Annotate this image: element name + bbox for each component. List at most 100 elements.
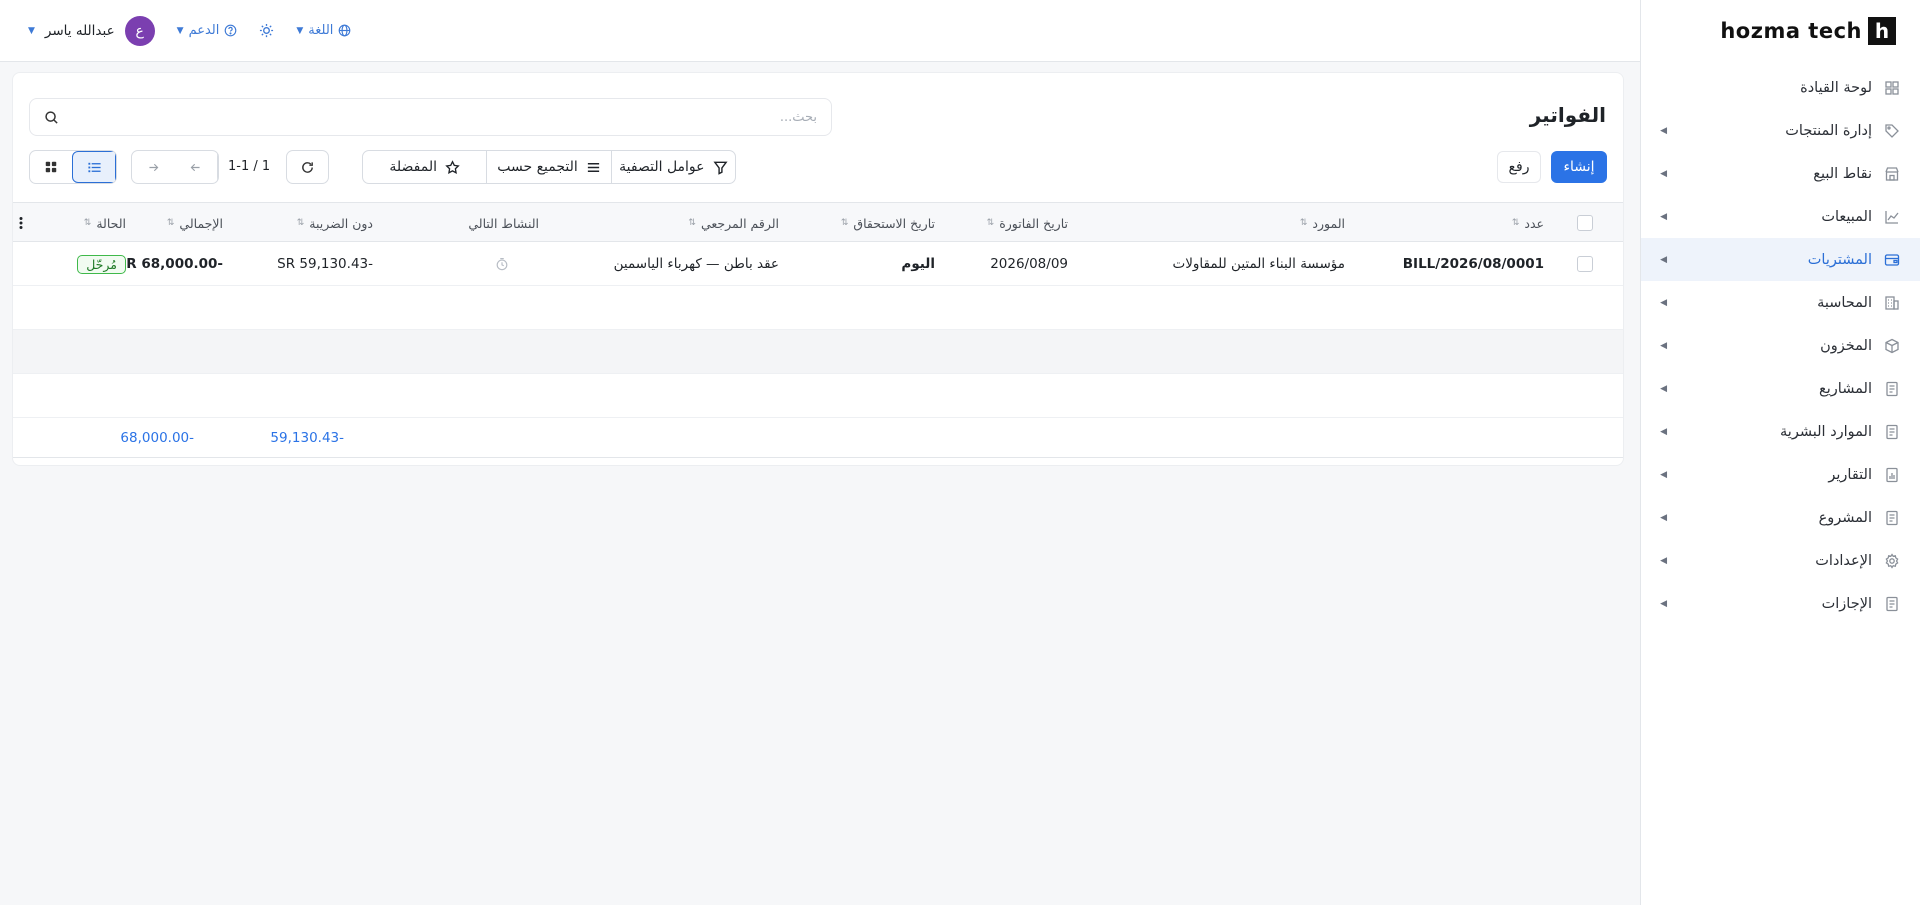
sidebar-item-9[interactable]: الموارد البشرية ◀ — [1641, 410, 1920, 453]
search-box — [29, 98, 832, 136]
next-activity-cell[interactable] — [495, 242, 509, 286]
language-label: اللغة — [308, 23, 334, 38]
user-menu[interactable]: ع عبدالله ياسر ▼ — [28, 15, 155, 46]
user-name: عبدالله ياسر — [44, 22, 115, 39]
bills-table: عدد ⇅ المورد ⇅ تاريخ الفاتورة ⇅ تاريخ الاست… — [13, 202, 1623, 458]
header-due-date-label: تاريخ الاستحقاق — [853, 215, 935, 231]
sidebar: h hozma tech لوحة القيادة إدارة المنتجات ◀… — [1640, 0, 1920, 905]
sidebar-item-11[interactable]: المشروع ◀ — [1641, 496, 1920, 539]
sidebar-item-8[interactable]: المشاريع ◀ — [1641, 367, 1920, 410]
caret-left-icon[interactable]: ◀ — [1657, 427, 1667, 437]
table-header: عدد ⇅ المورد ⇅ تاريخ الفاتورة ⇅ تاريخ الاست… — [13, 202, 1623, 242]
empty-row — [13, 286, 1623, 330]
list-view-button[interactable] — [72, 151, 116, 183]
header-next-activity[interactable]: النشاط التالي — [468, 203, 539, 243]
caret-left-icon[interactable]: ◀ — [1657, 212, 1667, 222]
header-number[interactable]: عدد ⇅ — [1512, 203, 1544, 243]
create-button[interactable]: إنشاء — [1551, 151, 1607, 183]
sort-icon: ⇅ — [1299, 218, 1308, 228]
table-row[interactable]: BILL/2026/08/0001 مؤسسة البناء المتين لل… — [13, 242, 1623, 286]
sort-icon: ⇅ — [296, 218, 305, 228]
caret-left-icon[interactable]: ◀ — [1657, 470, 1667, 480]
help-icon — [224, 24, 237, 37]
sidebar-item-5[interactable]: المشتريات ◀ — [1641, 238, 1920, 281]
sort-icon: ⇅ — [840, 218, 849, 228]
list-icon — [87, 160, 102, 175]
list-lines-icon — [586, 160, 601, 175]
sidebar-item-label: المحاسبة — [1817, 294, 1872, 311]
view-switcher — [29, 150, 117, 184]
header-total-label: الإجمالي — [179, 215, 223, 231]
sort-icon: ⇅ — [688, 218, 696, 228]
wallet-icon — [1884, 252, 1900, 268]
top-tools: اللغة ▼ الدعم ▼ ع عبدالله ياسر ▼ — [28, 15, 351, 46]
sun-icon — [259, 23, 274, 38]
status-badge: مُرحّل — [77, 254, 126, 274]
caret-left-icon[interactable]: ◀ — [1657, 599, 1667, 609]
theme-toggle[interactable] — [259, 23, 274, 38]
sidebar-item-12[interactable]: الإعدادات ◀ — [1641, 539, 1920, 582]
caret-left-icon[interactable]: ◀ — [1657, 384, 1667, 394]
language-menu[interactable]: اللغة ▼ — [296, 23, 351, 38]
reference: عقد باطن — كهرباء الياسمين — [613, 256, 779, 272]
funnel-icon — [713, 160, 728, 175]
globe-icon — [338, 24, 351, 37]
pager-next-button[interactable] — [132, 151, 175, 183]
sidebar-item-2[interactable]: إدارة المنتجات ◀ — [1641, 109, 1920, 152]
header-untaxed[interactable]: دون الضريبة ⇅ — [297, 203, 373, 243]
document-icon — [1884, 510, 1900, 526]
refresh-button[interactable] — [286, 150, 329, 184]
status-cell: مُرحّل — [77, 242, 126, 286]
bills-panel: الفواتير إنشاء رفع عوامل التصفية التجميع… — [12, 72, 1624, 466]
sidebar-item-3[interactable]: نقاط البيع ◀ — [1641, 152, 1920, 195]
column-options-icon[interactable] — [17, 215, 23, 231]
filters-label: عوامل التصفية — [619, 159, 705, 175]
pager-prev-button[interactable] — [175, 151, 218, 183]
filters-button[interactable]: عوامل التصفية — [610, 151, 735, 183]
header-due-date[interactable]: تاريخ الاستحقاق ⇅ — [841, 203, 935, 243]
header-total[interactable]: الإجمالي ⇅ — [167, 203, 223, 243]
select-all-checkbox[interactable] — [1577, 215, 1593, 231]
header-status-label: الحالة — [96, 215, 126, 231]
totals-row: 59,130.43- 68,000.00- — [13, 418, 1623, 458]
sidebar-item-10[interactable]: التقارير ◀ — [1641, 453, 1920, 496]
header-untaxed-label: دون الضريبة — [309, 215, 373, 231]
header-reference[interactable]: الرقم المرجعي ⇅ — [688, 203, 779, 243]
header-vendor[interactable]: المورد ⇅ — [1300, 203, 1345, 243]
search-icon[interactable] — [44, 110, 59, 125]
sidebar-item-7[interactable]: المخزون ◀ — [1641, 324, 1920, 367]
arrow-right-icon — [147, 161, 160, 174]
sidebar-item-label: لوحة القيادة — [1800, 79, 1872, 96]
sidebar-item-6[interactable]: المحاسبة ◀ — [1641, 281, 1920, 324]
header-status[interactable]: الحالة ⇅ — [84, 203, 126, 243]
favorites-button[interactable]: المفضلة — [363, 151, 486, 183]
row-select-cell — [1577, 242, 1593, 286]
support-menu[interactable]: الدعم ▼ — [177, 23, 238, 38]
upload-button[interactable]: رفع — [1497, 151, 1541, 183]
kanban-view-button[interactable] — [30, 151, 72, 183]
row-checkbox[interactable] — [1577, 256, 1593, 272]
chevron-down-icon: ▼ — [176, 25, 184, 36]
sidebar-nav: لوحة القيادة إدارة المنتجات ◀ نقاط البيع ◀ ال… — [1641, 66, 1920, 625]
group-by-button[interactable]: التجميع حسب — [486, 151, 610, 183]
caret-left-icon[interactable]: ◀ — [1657, 255, 1667, 265]
sidebar-item-1[interactable]: لوحة القيادة — [1641, 66, 1920, 109]
caret-left-icon[interactable]: ◀ — [1657, 341, 1667, 351]
empty-row — [13, 374, 1623, 418]
search-input[interactable] — [59, 109, 817, 125]
sidebar-item-label: المبيعات — [1821, 208, 1872, 225]
header-invoice-date[interactable]: تاريخ الفاتورة ⇅ — [987, 203, 1068, 243]
sidebar-item-4[interactable]: المبيعات ◀ — [1641, 195, 1920, 238]
sidebar-item-13[interactable]: الإجازات ◀ — [1641, 582, 1920, 625]
caret-left-icon[interactable]: ◀ — [1657, 556, 1667, 566]
caret-left-icon[interactable]: ◀ — [1657, 513, 1667, 523]
page-title: الفواتير — [1529, 103, 1606, 127]
topbar: اللغة ▼ الدعم ▼ ع عبدالله ياسر ▼ — [0, 0, 1640, 62]
building-icon — [1884, 295, 1900, 311]
caret-left-icon[interactable]: ◀ — [1657, 126, 1667, 136]
report-icon — [1884, 467, 1900, 483]
sidebar-item-label: المشاريع — [1819, 380, 1872, 397]
caret-left-icon[interactable]: ◀ — [1657, 169, 1667, 179]
brand-logo[interactable]: h hozma tech — [1641, 0, 1920, 62]
caret-left-icon[interactable]: ◀ — [1657, 298, 1667, 308]
